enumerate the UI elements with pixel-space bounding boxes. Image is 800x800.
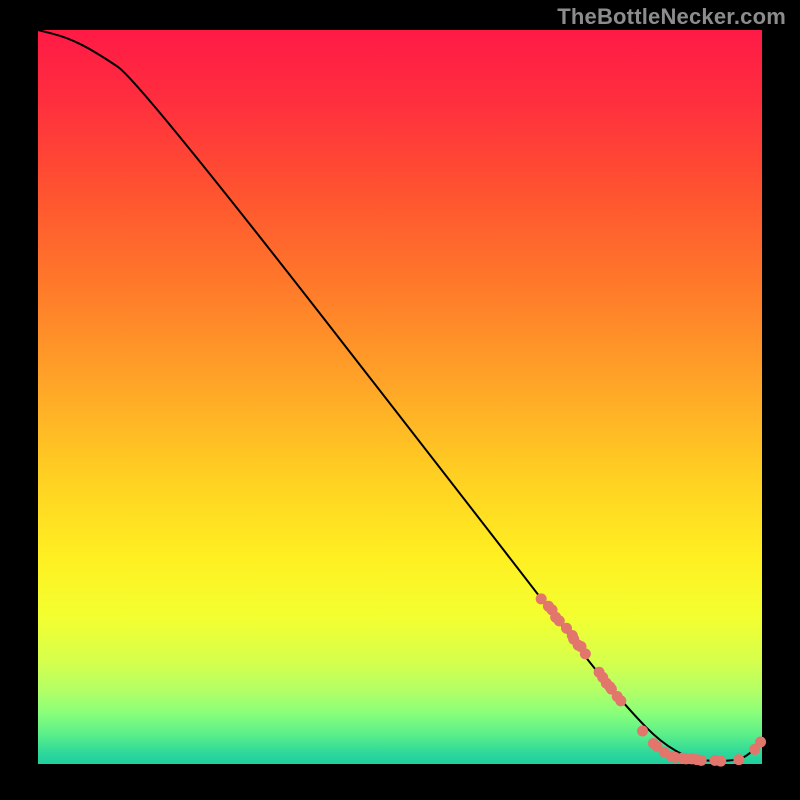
- data-point: [637, 725, 648, 736]
- data-point: [755, 736, 766, 747]
- data-point: [715, 756, 726, 767]
- watermark-text: TheBottleNecker.com: [557, 4, 786, 30]
- bottleneck-chart: [0, 0, 800, 800]
- data-point: [733, 754, 744, 765]
- plot-background: [38, 30, 762, 764]
- chart-frame: { "watermark": "TheBottleNecker.com", "p…: [0, 0, 800, 800]
- data-point: [696, 755, 707, 766]
- data-point: [580, 648, 591, 659]
- data-point: [615, 695, 626, 706]
